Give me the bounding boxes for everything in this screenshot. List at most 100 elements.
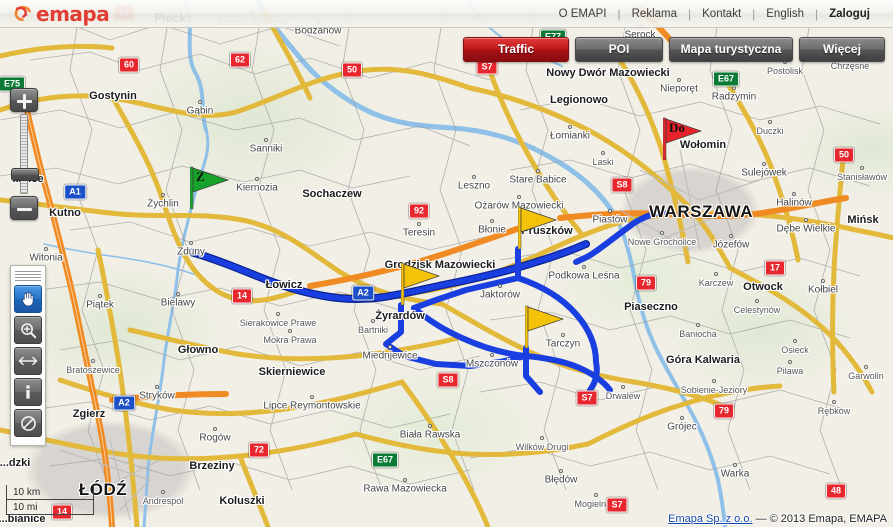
road-shield-s7: S7 — [576, 390, 598, 406]
road-shield-50: 50 — [341, 62, 363, 78]
topnav-item-english[interactable]: English — [755, 8, 815, 20]
map-place-dot — [388, 345, 392, 349]
map-tools-panel — [10, 265, 46, 446]
map-place-dot — [490, 353, 494, 357]
waypoint-marker-pruszkow[interactable] — [517, 205, 558, 250]
info-icon — [26, 385, 30, 399]
road-shield-e67: E67 — [712, 71, 740, 87]
info-tool-button[interactable] — [14, 378, 42, 406]
map-place-dot — [804, 218, 808, 222]
map-place-dot — [155, 385, 159, 389]
topnav-item-kontakt[interactable]: Kontakt — [691, 8, 752, 20]
emapa-logo[interactable]: emapa — [13, 1, 110, 26]
topnav-item-reklama[interactable]: Reklama — [621, 8, 688, 20]
map-place-dot — [540, 436, 544, 440]
map-place-dot — [517, 195, 521, 199]
flag-icon — [517, 206, 558, 250]
map-place-dot — [568, 125, 572, 129]
tool-panel-drag-handle[interactable] — [15, 270, 41, 281]
map-place-dot — [788, 360, 792, 364]
map-place-dot — [755, 299, 759, 303]
emapa-swirl-icon — [14, 5, 31, 22]
arrows-horizontal-icon — [18, 356, 38, 366]
tab-poi[interactable]: POI — [575, 37, 663, 62]
map-place-dot — [729, 234, 733, 238]
road-shield-92: 92 — [408, 203, 430, 219]
road-shield-14: 14 — [231, 288, 253, 304]
road-shield-s7: S7 — [606, 497, 628, 513]
tab-mapa-turystyczna[interactable]: Mapa turystyczna — [669, 37, 793, 62]
map-place-dot — [371, 319, 375, 323]
zoom-slider-track[interactable] — [11, 114, 39, 194]
topnav-item-o-emapi[interactable]: O EMAPI — [548, 8, 618, 20]
road-shield-s8: S8 — [437, 372, 459, 388]
map-place-dot — [732, 86, 736, 90]
tab-wiecej[interactable]: Więcej — [799, 37, 885, 62]
map-place-dot — [498, 284, 502, 288]
zoom-slider-control[interactable] — [10, 88, 39, 220]
map-place-dot — [176, 292, 180, 296]
road-shield-50: 50 — [833, 147, 855, 163]
map-place-dot — [189, 241, 193, 245]
map-place-dot — [680, 416, 684, 420]
emapa-company-link[interactable]: Emapa Sp. z o.o. — [668, 513, 752, 525]
prohibit-icon — [20, 415, 36, 431]
emapa-logo-text: emapa — [36, 1, 110, 26]
tab-traffic[interactable]: Traffic — [463, 37, 569, 62]
scale-imperial-label: 10 mi — [6, 500, 94, 515]
road-shield-72: 72 — [248, 442, 270, 458]
map-place-dot — [161, 193, 165, 197]
map-attribution: Emapa Sp. z o.o. — © 2013 Emapa, EMAPA — [668, 513, 887, 525]
topnav-item-zaloguj[interactable]: Zaloguj — [818, 8, 881, 20]
road-shield-79: 79 — [635, 275, 657, 291]
flag-icon — [524, 305, 565, 349]
clear-tool-button[interactable] — [14, 409, 42, 437]
map-place-dot — [864, 365, 868, 369]
map-place-dot — [91, 359, 95, 363]
zoom-in-button[interactable] — [10, 88, 38, 112]
zoom-slider-handle[interactable] — [11, 168, 39, 181]
map-place-dot — [712, 379, 716, 383]
road-shield-a2: A2 — [113, 395, 135, 411]
map-place-dot — [288, 329, 292, 333]
map-place-dot — [832, 400, 836, 404]
map-place-dot — [714, 272, 718, 276]
measure-distance-tool-button[interactable] — [14, 347, 42, 375]
road-shield-17: 17 — [764, 260, 786, 276]
map-place-dot — [403, 478, 407, 482]
end-marker[interactable]: Do — [662, 116, 703, 161]
road-shield-a1: A1 — [64, 184, 86, 200]
waypoint-marker-zyrardow[interactable] — [400, 261, 441, 306]
map-place-dot — [44, 247, 48, 251]
map-place-dot — [213, 427, 217, 431]
zoom-out-button[interactable] — [10, 196, 38, 220]
top-header-bar: emapa O EMAPI | Reklama | Kontakt | English | Za… — [0, 0, 893, 28]
road-shield-e67: E67 — [371, 452, 399, 468]
map-place-dot — [536, 169, 540, 173]
map-place-dot — [821, 279, 825, 283]
magnifier-plus-icon — [20, 322, 36, 338]
top-navigation: O EMAPI | Reklama | Kontakt | English | Zaloguj — [548, 7, 881, 21]
map-place-dot — [601, 151, 605, 155]
map-place-dot — [417, 222, 421, 226]
map-place-dot — [255, 177, 259, 181]
map-place-dot — [276, 312, 280, 316]
scale-metric-label: 10 km — [6, 485, 94, 500]
road-shield-48: 48 — [825, 483, 847, 499]
map-place-dot — [490, 219, 494, 223]
flag-icon — [189, 166, 230, 210]
map-canvas[interactable]: PłockBorowiczki-PieńkiBodzanowGostyninGą… — [0, 0, 893, 527]
start-marker[interactable]: Z — [189, 165, 230, 210]
map-place-dot — [793, 339, 797, 343]
map-place-dot — [310, 395, 314, 399]
road-shield-79: 79 — [713, 403, 735, 419]
map-place-dot — [594, 493, 598, 497]
map-place-dot — [733, 463, 737, 467]
pan-tool-button[interactable] — [14, 285, 42, 313]
map-place-dot — [608, 209, 612, 213]
zoom-box-tool-button[interactable] — [14, 316, 42, 344]
map-place-dot — [161, 490, 165, 494]
emapa-map-application: PłockBorowiczki-PieńkiBodzanowGostyninGą… — [0, 0, 893, 527]
map-place-dot — [677, 78, 681, 82]
waypoint-marker-mszczonow[interactable] — [524, 304, 565, 349]
